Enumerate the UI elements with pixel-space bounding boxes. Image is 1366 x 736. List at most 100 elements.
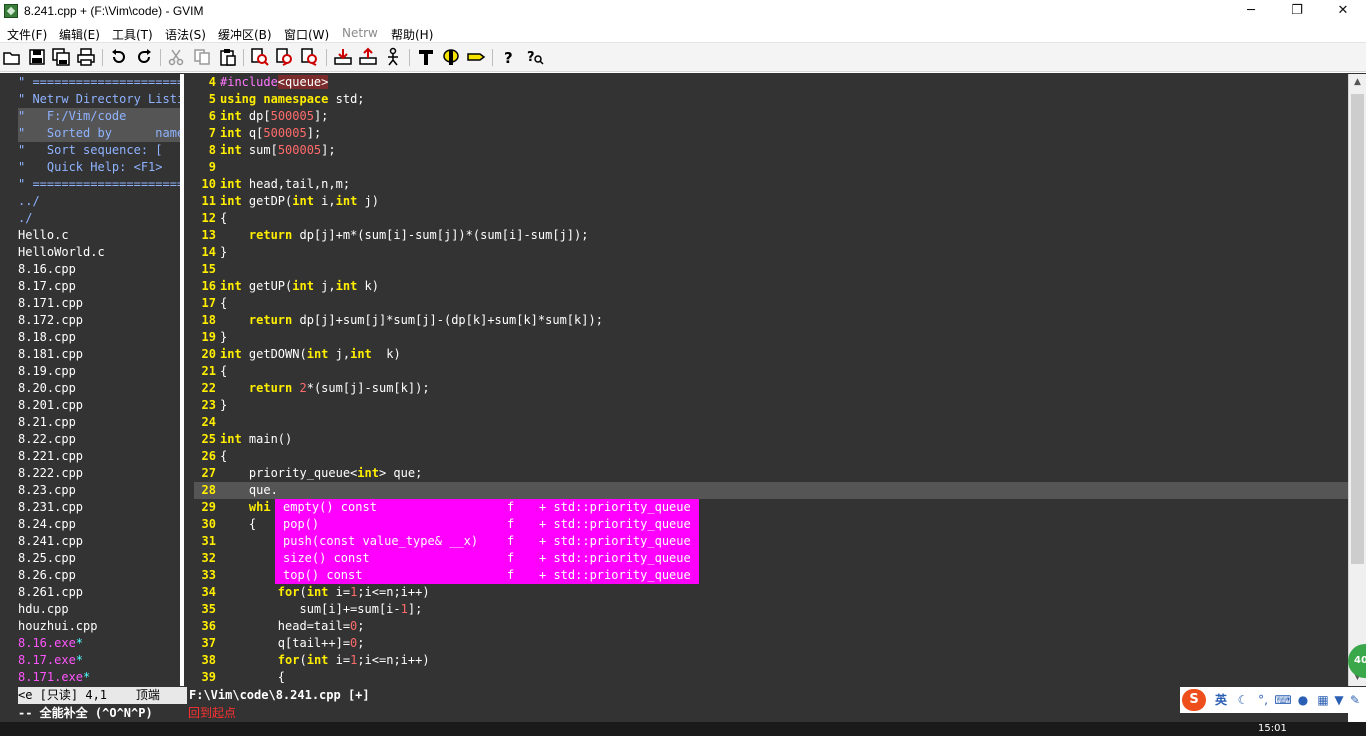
maximize-button[interactable]: ❐ <box>1274 0 1320 24</box>
code-buffer[interactable]: 4 #include<queue> 5 using namespace std; 6 in… <box>194 74 1348 686</box>
netrw-file-entry[interactable]: 8.221.cpp <box>18 448 180 465</box>
code-line[interactable]: 20 int getDOWN(int j,int k) <box>194 346 1348 363</box>
ime-language-toggle[interactable]: 英 <box>1212 691 1230 709</box>
netrw-file-entry[interactable]: 8.24.cpp <box>18 516 180 533</box>
netrw-file-entry[interactable]: 8.241.cpp <box>18 533 180 550</box>
netrw-file-entry[interactable]: 8.26.cpp <box>18 567 180 584</box>
netrw-file-entry[interactable]: 8.17.exe* <box>18 652 180 669</box>
code-line[interactable]: 23} <box>194 397 1348 414</box>
find-prev-icon[interactable] <box>300 47 320 67</box>
tag-jump-icon[interactable] <box>466 47 486 67</box>
menu-buffers[interactable]: 缓冲区(B) <box>218 26 272 43</box>
code-line[interactable]: 25 int main() <box>194 431 1348 448</box>
shell-icon[interactable] <box>441 47 461 67</box>
completion-popup[interactable]: empty() const f + std::priority_queue pop()… <box>275 499 699 584</box>
completion-item[interactable]: top() const f + std::priority_queue <box>275 567 699 584</box>
netrw-file-entry[interactable]: 8.23.cpp <box>18 482 180 499</box>
load-session-icon[interactable] <box>333 47 353 67</box>
netrw-file-entry[interactable]: 8.21.cpp <box>18 414 180 431</box>
help-icon[interactable]: ? <box>499 47 519 67</box>
completion-item[interactable]: pop() f + std::priority_queue <box>275 516 699 533</box>
netrw-file-entry[interactable]: houzhui.cpp <box>18 618 180 635</box>
code-line[interactable]: 11 int getDP(int i,int j) <box>194 193 1348 210</box>
code-line[interactable]: 37 q[tail++]=0; <box>194 635 1348 652</box>
netrw-file-entry[interactable]: 8.18.cpp <box>18 329 180 346</box>
netrw-file-entry[interactable]: 8.16.exe* <box>18 635 180 652</box>
save-all-icon[interactable] <box>51 47 71 67</box>
menu-syntax[interactable]: 语法(S) <box>165 26 206 43</box>
paste-icon[interactable] <box>218 47 238 67</box>
save-icon[interactable] <box>27 47 47 67</box>
code-line[interactable]: 4 #include<queue> <box>194 74 1348 91</box>
code-line[interactable]: 19} <box>194 329 1348 346</box>
menu-window[interactable]: 窗口(W) <box>284 26 329 43</box>
completion-item[interactable]: push(const value_type& __x) f + std::prior… <box>275 533 699 550</box>
code-line[interactable]: 21 { <box>194 363 1348 380</box>
copy-icon[interactable] <box>192 47 212 67</box>
code-line[interactable]: 15 <box>194 261 1348 278</box>
code-line[interactable]: 14} <box>194 244 1348 261</box>
netrw-file-entry[interactable]: 8.25.cpp <box>18 550 180 567</box>
completion-item[interactable]: empty() const f + std::priority_queue <box>275 499 699 516</box>
scroll-up-arrow-icon[interactable]: ▲ <box>1349 74 1366 91</box>
netrw-file-entry[interactable]: 8.222.cpp <box>18 465 180 482</box>
code-line[interactable]: 27 priority_queue<int> que; <box>194 465 1348 482</box>
command-line[interactable]: -- 全能补全 (^O^N^P) 回到起点 <box>18 704 1348 722</box>
punctuation-icon[interactable]: °, <box>1254 691 1272 709</box>
code-line[interactable]: 35 sum[i]+=sum[i-1]; <box>194 601 1348 618</box>
netrw-file-entry[interactable]: 8.17.cpp <box>18 278 180 295</box>
sogou-logo-icon[interactable]: S <box>1182 689 1206 711</box>
code-line[interactable]: 6 int dp[500005]; <box>194 108 1348 125</box>
code-line[interactable]: 24 <box>194 414 1348 431</box>
code-line[interactable]: 16 int getUP(int j,int k) <box>194 278 1348 295</box>
netrw-file-entry[interactable]: 8.16.cpp <box>18 261 180 278</box>
make-icon[interactable] <box>416 47 436 67</box>
netrw-file-entry[interactable]: 8.172.cpp <box>18 312 180 329</box>
menu-netrw[interactable]: Netrw <box>342 26 378 40</box>
netrw-file-entry[interactable]: 8.19.cpp <box>18 363 180 380</box>
code-line[interactable]: 7 int q[500005]; <box>194 125 1348 142</box>
completion-item[interactable]: size() const f + std::priority_queue <box>275 550 699 567</box>
vertical-scrollbar[interactable]: ▲ ▼ <box>1348 74 1366 686</box>
wrench-icon[interactable]: ✎ <box>1346 691 1364 709</box>
netrw-dir-entry[interactable]: ./ <box>18 210 180 227</box>
code-line[interactable]: 18 return dp[j]+sum[j]*sum[j]-(dp[k]+sum… <box>194 312 1348 329</box>
code-line[interactable]: 8 int sum[500005]; <box>194 142 1348 159</box>
code-line[interactable]: 28 que. <box>194 482 1348 499</box>
menu-tools[interactable]: 工具(T) <box>112 26 153 43</box>
code-line[interactable]: 5 using namespace std; <box>194 91 1348 108</box>
netrw-file-entry[interactable]: 8.181.cpp <box>18 346 180 363</box>
netrw-file-entry[interactable]: 8.261.cpp <box>18 584 180 601</box>
code-line[interactable]: 26 { <box>194 448 1348 465</box>
netrw-file-entry[interactable]: 8.22.cpp <box>18 431 180 448</box>
keyboard-icon[interactable]: ⌨ <box>1274 691 1292 709</box>
gvim-app-icon[interactable] <box>4 4 18 18</box>
find-replace-icon[interactable] <box>250 47 270 67</box>
code-line[interactable]: 17 { <box>194 295 1348 312</box>
code-line[interactable]: 22 return 2*(sum[j]-sum[k]); <box>194 380 1348 397</box>
run-script-icon[interactable] <box>383 47 403 67</box>
scrollbar-thumb[interactable] <box>1351 94 1364 564</box>
code-line[interactable]: 36 head=tail=0; <box>194 618 1348 635</box>
netrw-file-entry[interactable]: 8.171.exe* <box>18 669 180 686</box>
netrw-file-entry[interactable]: Hello.c <box>18 227 180 244</box>
netrw-file-entry[interactable]: 8.20.cpp <box>18 380 180 397</box>
netrw-file-entry[interactable]: hdu.cpp <box>18 601 180 618</box>
netrw-file-entry[interactable]: HelloWorld.c <box>18 244 180 261</box>
netrw-file-explorer[interactable]: " ======================================… <box>18 74 180 686</box>
menu-file[interactable]: 文件(F) <box>7 26 47 43</box>
menu-edit[interactable]: 编辑(E) <box>59 26 100 43</box>
open-file-icon[interactable] <box>2 47 22 67</box>
print-icon[interactable] <box>76 47 96 67</box>
redo-icon[interactable] <box>134 47 154 67</box>
undo-icon[interactable] <box>109 47 129 67</box>
cut-icon[interactable] <box>166 47 186 67</box>
code-line[interactable]: 13 return dp[j]+m*(sum[i]-sum[j])*(sum[i… <box>194 227 1348 244</box>
user-icon[interactable]: ● <box>1294 691 1312 709</box>
netrw-dir-entry[interactable]: ../ <box>18 193 180 210</box>
code-line[interactable]: 12 { <box>194 210 1348 227</box>
code-line[interactable]: 39 { <box>194 669 1348 686</box>
netrw-file-entry[interactable]: 8.201.cpp <box>18 397 180 414</box>
netrw-file-entry[interactable]: 8.231.cpp <box>18 499 180 516</box>
code-line[interactable]: 9 <box>194 159 1348 176</box>
